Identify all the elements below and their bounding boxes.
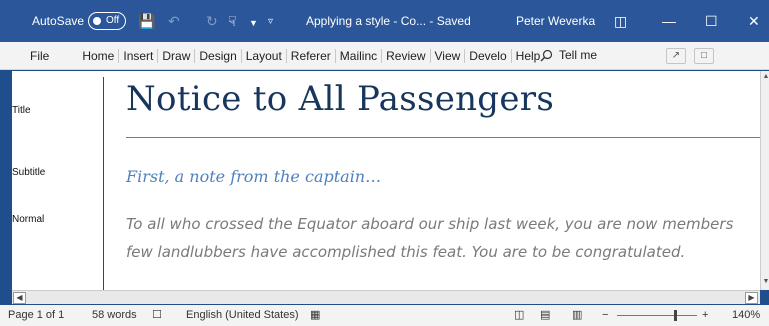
search-icon — [540, 49, 553, 61]
tell-me-box[interactable]: Tell me — [540, 48, 597, 62]
tab-design[interactable]: Design — [195, 49, 242, 63]
minimize-icon[interactable]: — — [662, 13, 676, 29]
customize-qat-icon[interactable]: ▿ — [268, 14, 273, 30]
scroll-down-icon[interactable]: ▼ — [762, 277, 769, 287]
scroll-up-icon[interactable]: ▲ — [762, 72, 769, 82]
zoom-in-icon[interactable]: + — [702, 309, 708, 322]
tab-mailings[interactable]: Mailinc — [336, 49, 383, 63]
touch-mode-dropdown-icon[interactable]: ▼ — [249, 15, 258, 31]
maximize-icon[interactable]: ☐ — [705, 13, 718, 29]
style-area-pane: Title Subtitle Normal — [12, 71, 104, 290]
user-name[interactable]: Peter Weverka — [516, 13, 595, 29]
web-layout-icon[interactable]: ▥ — [572, 309, 582, 322]
document-body-line[interactable]: few landlubbers have accomplished this f… — [126, 243, 685, 261]
language-status[interactable]: English (United States) — [186, 309, 299, 322]
tab-references[interactable]: Referer — [287, 49, 336, 63]
read-mode-icon[interactable]: ◫ — [514, 309, 524, 322]
scroll-right-icon[interactable]: ▶ — [745, 292, 758, 304]
autosave-toggle[interactable]: Off — [88, 12, 126, 30]
style-label-title: Title — [12, 105, 31, 116]
word-count[interactable]: 58 words — [92, 309, 137, 322]
redo-icon[interactable]: ↻ — [206, 13, 218, 29]
zoom-slider-track[interactable] — [617, 315, 697, 316]
tab-layout[interactable]: Layout — [242, 49, 287, 63]
accessibility-icon[interactable]: ▦ — [310, 309, 320, 322]
vertical-scrollbar[interactable]: ▲ ▼ — [760, 71, 769, 290]
touch-mode-icon[interactable]: ☟ — [228, 13, 237, 29]
scroll-left-icon[interactable]: ◀ — [13, 292, 26, 304]
share-icon[interactable]: ↗ — [666, 48, 686, 64]
tell-me-label: Tell me — [559, 48, 598, 62]
ribbon: File Home Insert Draw Design Layout Refe… — [0, 42, 769, 70]
comments-icon[interactable]: □ — [694, 48, 714, 64]
proofing-icon[interactable]: ☐ — [152, 309, 162, 322]
document-title: Applying a style - Co... - Saved — [306, 14, 471, 28]
tab-developer[interactable]: Develo — [465, 49, 512, 63]
ribbon-tabs: File Home Insert Draw Design Layout Refe… — [30, 49, 544, 63]
document-body-line[interactable]: To all who crossed the Equator aboard ou… — [126, 215, 733, 233]
document-heading[interactable]: Notice to All Passengers — [126, 79, 554, 119]
tab-insert[interactable]: Insert — [119, 49, 159, 63]
title-bar: AutoSave Off 💾 ↶ ↻ ☟ ▼ ▿ Applying a styl… — [0, 0, 769, 42]
zoom-slider-thumb[interactable] — [673, 310, 677, 321]
status-bar: Page 1 of 1 58 words ☐ English (United S… — [0, 305, 769, 326]
zoom-out-icon[interactable]: − — [602, 309, 608, 322]
tab-file[interactable]: File — [30, 49, 78, 63]
style-label-normal: Normal — [12, 214, 45, 225]
horizontal-scrollbar[interactable]: ◀ ▶ — [12, 290, 760, 304]
tab-view[interactable]: View — [431, 49, 466, 63]
heading-underline — [126, 137, 760, 138]
document-area[interactable]: Title Subtitle Normal Notice to All Pass… — [12, 71, 760, 290]
save-icon[interactable]: 💾 — [138, 13, 155, 29]
page-count[interactable]: Page 1 of 1 — [8, 309, 64, 322]
undo-icon[interactable]: ↶ — [168, 13, 180, 29]
autosave-label: AutoSave — [32, 14, 85, 28]
close-icon[interactable]: ✕ — [748, 13, 760, 29]
zoom-level[interactable]: 140% — [732, 309, 760, 322]
tab-review[interactable]: Review — [382, 49, 431, 63]
style-pane-divider[interactable] — [103, 77, 104, 290]
tab-draw[interactable]: Draw — [158, 49, 196, 63]
style-label-subtitle: Subtitle — [12, 167, 46, 178]
ribbon-display-icon[interactable]: ◫ — [614, 13, 627, 29]
print-layout-icon[interactable]: ▤ — [540, 309, 550, 322]
tab-home[interactable]: Home — [78, 49, 120, 63]
document-subtitle[interactable]: First, a note from the captain… — [126, 167, 381, 186]
document-page[interactable]: Notice to All Passengers First, a note f… — [126, 71, 760, 290]
